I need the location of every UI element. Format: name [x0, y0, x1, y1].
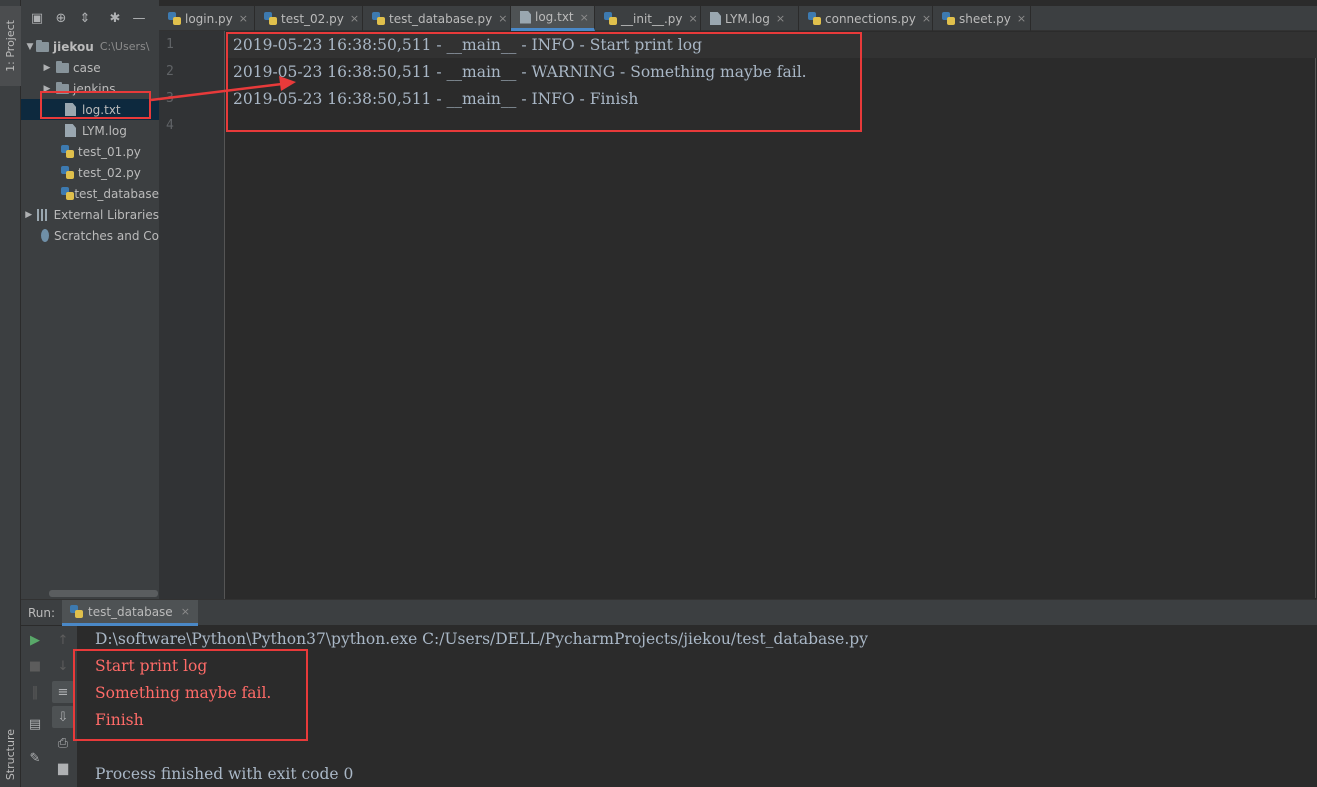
- trash-icon[interactable]: ▆: [52, 757, 74, 779]
- run-panel-label: Run:: [28, 606, 56, 620]
- scroll-to-end-icon[interactable]: ⇩: [52, 706, 74, 728]
- run-panel-header: Run: test_database ×: [21, 599, 1317, 626]
- python-file-icon: [70, 605, 83, 618]
- annotation-box-console-output: [73, 649, 308, 741]
- pause-icon[interactable]: ‖: [24, 681, 46, 703]
- close-icon[interactable]: ×: [181, 605, 190, 618]
- run-toolbar: ▶ ↑ ■ ↓ ‖ ≡ ⇩ ▤ ⎙ ✎ ▆: [21, 626, 77, 787]
- soft-wrap-icon[interactable]: ≡: [52, 681, 74, 703]
- layout-icon[interactable]: ▤: [24, 713, 46, 735]
- scroll-down-icon[interactable]: ↓: [52, 655, 74, 677]
- scroll-up-icon[interactable]: ↑: [52, 629, 74, 651]
- run-tab-label: test_database: [88, 604, 173, 619]
- stop-icon[interactable]: ■: [24, 655, 46, 677]
- console-exit-line: Process finished with exit code 0: [95, 765, 354, 783]
- run-tab-test-database[interactable]: test_database ×: [62, 600, 198, 626]
- pin-icon[interactable]: ✎: [24, 747, 46, 769]
- print-icon[interactable]: ⎙: [52, 732, 74, 754]
- console-command-line: D:\software\Python\Python37\python.exe C…: [95, 630, 868, 648]
- rerun-icon[interactable]: ▶: [24, 629, 46, 651]
